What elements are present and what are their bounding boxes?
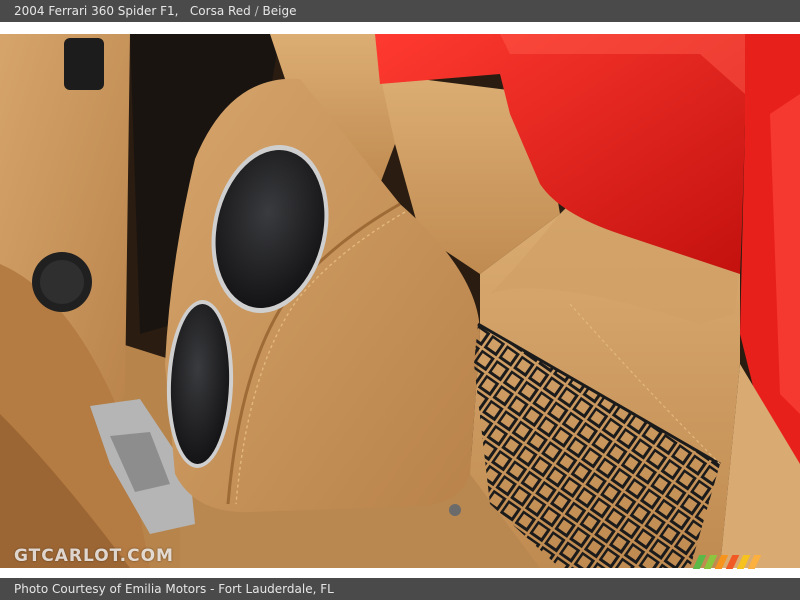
title-interior: Beige bbox=[262, 4, 297, 18]
main-photo: GTCARLOT.COM bbox=[0, 34, 800, 568]
brand-stripes-logo bbox=[692, 554, 772, 569]
car-interior-illustration bbox=[0, 34, 800, 568]
title-separator: / bbox=[254, 4, 259, 18]
title-text: 2004 Ferrari 360 Spider F1, Corsa Red / … bbox=[14, 0, 296, 22]
credit-bar: Photo Courtesy of Emilia Motors - Fort L… bbox=[0, 578, 800, 600]
photo-credit: Photo Courtesy of Emilia Motors - Fort L… bbox=[14, 582, 334, 596]
title-bar: 2004 Ferrari 360 Spider F1, Corsa Red / … bbox=[0, 0, 800, 22]
stripe-6 bbox=[748, 555, 762, 569]
title-car: 2004 Ferrari 360 Spider F1, bbox=[14, 4, 179, 18]
title-exterior: Corsa Red bbox=[189, 4, 251, 18]
watermark-text: GTCARLOT.COM bbox=[14, 546, 174, 566]
